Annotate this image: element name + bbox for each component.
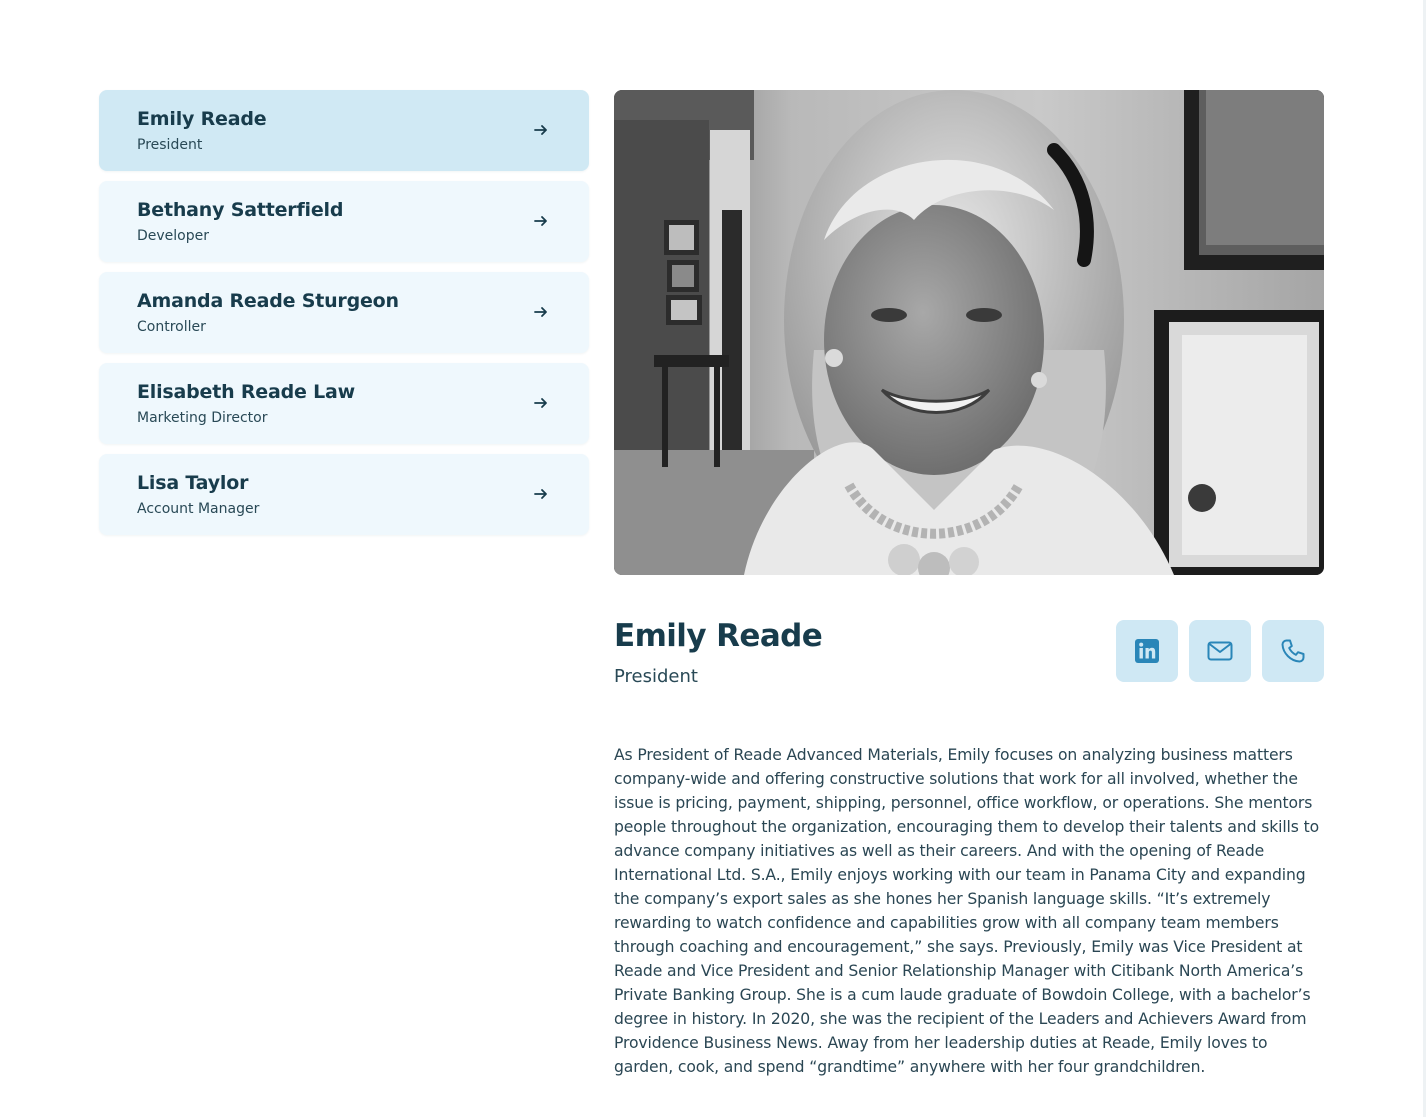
arrow-right-icon	[534, 307, 547, 317]
team-member-card-emily-reade[interactable]: Emily Reade President	[99, 90, 589, 171]
member-role: President	[137, 137, 203, 153]
contact-buttons	[1116, 620, 1324, 682]
team-member-card-bethany-satterfield[interactable]: Bethany Satterfield Developer	[99, 181, 589, 262]
linkedin-button[interactable]	[1116, 620, 1178, 682]
arrow-right-icon	[534, 489, 547, 499]
team-member-card-amanda-reade-sturgeon[interactable]: Amanda Reade Sturgeon Controller	[99, 272, 589, 353]
selected-member-role: President	[614, 666, 698, 687]
member-name: Emily Reade	[137, 108, 267, 130]
member-name: Lisa Taylor	[137, 472, 249, 494]
member-portrait-photo	[614, 90, 1324, 575]
member-role: Developer	[137, 228, 210, 244]
member-name: Elisabeth Reade Law	[137, 381, 355, 403]
selected-member-name: Emily Reade	[614, 618, 823, 654]
mail-icon	[1207, 641, 1233, 661]
arrow-right-icon	[534, 125, 547, 135]
arrow-right-icon	[534, 216, 547, 226]
member-role: Controller	[137, 319, 206, 335]
team-page: Emily Reade President Bethany Satterfiel…	[0, 0, 1426, 1117]
member-name: Bethany Satterfield	[137, 199, 344, 221]
linkedin-icon	[1135, 639, 1159, 663]
email-button[interactable]	[1189, 620, 1251, 682]
member-role: Account Manager	[137, 501, 260, 517]
phone-button[interactable]	[1262, 620, 1324, 682]
member-bio: As President of Reade Advanced Materials…	[614, 746, 1320, 1076]
arrow-right-icon	[534, 398, 547, 408]
member-name: Amanda Reade Sturgeon	[137, 290, 399, 312]
team-member-card-lisa-taylor[interactable]: Lisa Taylor Account Manager	[99, 454, 589, 535]
team-member-list: Emily Reade President Bethany Satterfiel…	[99, 90, 589, 545]
team-member-card-elisabeth-reade-law[interactable]: Elisabeth Reade Law Marketing Director	[99, 363, 589, 444]
member-role: Marketing Director	[137, 410, 268, 426]
phone-icon	[1281, 639, 1305, 663]
portrait-image	[614, 90, 1324, 575]
